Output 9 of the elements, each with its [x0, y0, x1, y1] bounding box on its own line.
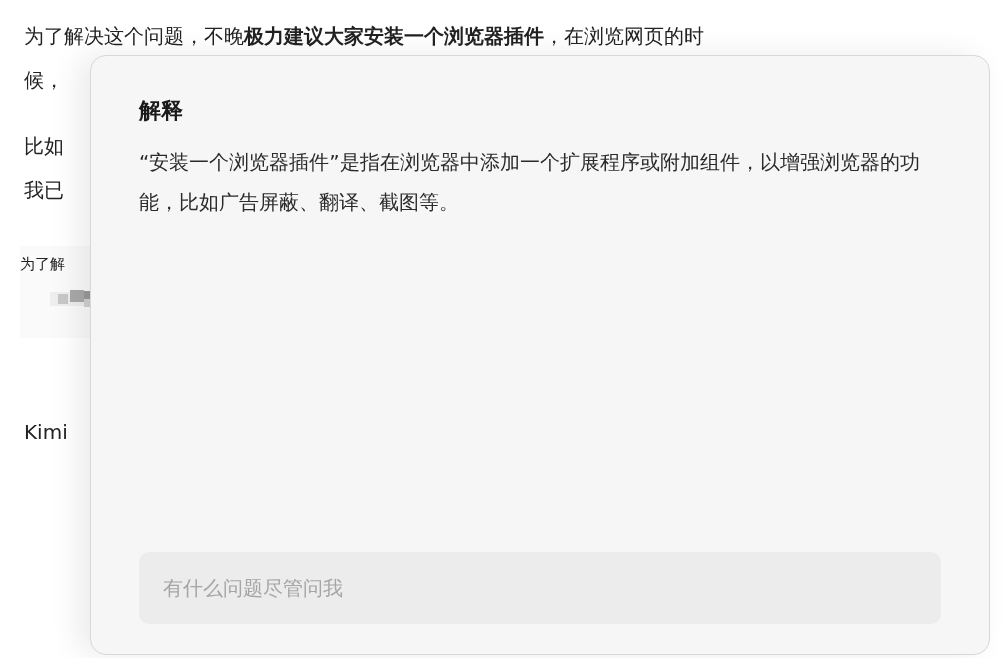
explanation-text: “安装一个浏览器插件”是指在浏览器中添加一个扩展程序或附加组件，以增强浏览器的功能，比如广告屏蔽、翻译、截图等。: [139, 149, 921, 216]
paragraph-line: 我已: [24, 177, 64, 204]
paragraph-line: 候，: [24, 67, 64, 94]
popup-title: 解释: [139, 97, 183, 125]
paragraph-line: 为了解决这个问题，不晚极力建议大家安装一个浏览器插件，在浏览网页的时: [24, 23, 704, 50]
screenshot-text: 为了解: [20, 254, 65, 274]
question-input[interactable]: 有什么问题尽管问我: [139, 552, 941, 624]
paragraph-line: 比如: [24, 133, 64, 160]
paragraph-line: Kimi: [24, 420, 68, 444]
